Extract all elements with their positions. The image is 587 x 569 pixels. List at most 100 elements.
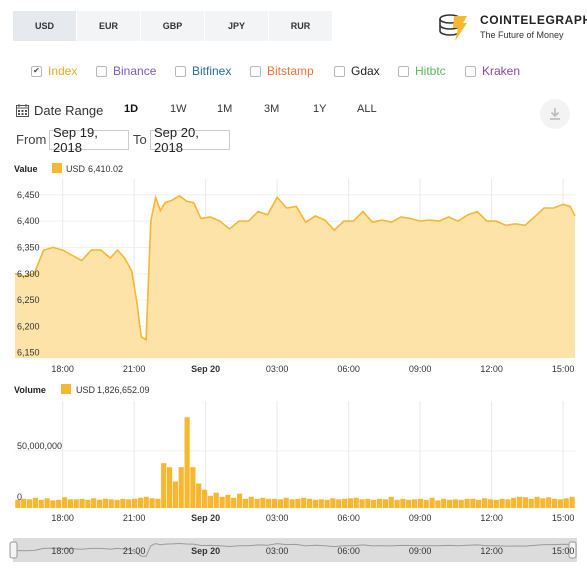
volume-bar (114, 499, 120, 508)
brand-logo[interactable]: COINTELEGRAPH The Future of Money (436, 10, 587, 44)
range-button-1w[interactable]: 1W (170, 103, 187, 115)
exchange-bitfinex[interactable]: Bitfinex (175, 64, 231, 78)
value-x-tick-label: 15:00 (552, 364, 575, 374)
exchange-label: Binance (113, 64, 157, 78)
volume-bar (202, 489, 208, 508)
exchange-checkbox[interactable] (175, 65, 186, 77)
currency-tab-gbp[interactable]: GBP (141, 11, 204, 41)
value-y-tick-label: 6,250 (17, 295, 40, 305)
volume-bar (167, 467, 173, 508)
volume-legend-name: USD (76, 385, 96, 395)
volume-y-tick-label: 0 (17, 492, 22, 502)
volume-bar (21, 498, 27, 508)
value-legend-value: 6,410.02 (88, 164, 124, 174)
range-button-1d[interactable]: 1D (124, 103, 138, 115)
calendar-icon (16, 104, 29, 117)
volume-bar (248, 496, 254, 508)
currency-tab-usd[interactable]: USD (13, 11, 76, 41)
range-button-1m[interactable]: 1M (217, 103, 232, 115)
volume-bar (540, 498, 546, 508)
volume-bar (295, 498, 301, 508)
value-y-tick-label: 6,150 (17, 348, 40, 358)
volume-bar (458, 499, 464, 508)
exchange-gdax[interactable]: Gdax (334, 64, 380, 78)
volume-bar (108, 499, 114, 508)
volume-bar (517, 496, 523, 508)
volume-bar (85, 499, 91, 508)
volume-bar (546, 497, 552, 508)
volume-bar (97, 499, 103, 508)
currency-tab-jpy[interactable]: JPY (205, 11, 268, 41)
value-legend-name: USD (66, 164, 86, 174)
value-x-tick-label: 21:00 (123, 364, 146, 374)
volume-bar (476, 499, 482, 508)
charts-svg: 6,150 6,200 6,250 6,300 6,350 6,400 6,450 18:00… (9, 179, 577, 562)
exchange-checkbox[interactable] (334, 65, 345, 77)
volume-bar (400, 498, 406, 508)
volume-bar (73, 499, 79, 508)
exchange-hitbtc[interactable]: Hitbtc (398, 64, 446, 78)
navigator-x-tick-label: 21:00 (123, 546, 146, 556)
exchange-checkbox[interactable] (96, 65, 107, 77)
exchange-label: Bitfinex (192, 64, 232, 78)
volume-bar (359, 499, 365, 508)
exchange-checkbox[interactable] (398, 65, 409, 77)
range-button-3m[interactable]: 3M (264, 103, 279, 115)
exchange-label: Index (48, 64, 78, 78)
exchange-checkbox[interactable] (250, 65, 261, 77)
volume-x-tick-label: 21:00 (123, 513, 146, 523)
volume-bar (254, 498, 260, 508)
volume-bar (487, 499, 493, 508)
volume-bar (137, 497, 143, 508)
value-chart-title: Value (14, 164, 38, 174)
volume-bar (272, 498, 278, 508)
volume-bar (27, 499, 33, 508)
value-y-tick-label: 6,200 (17, 321, 40, 331)
from-date-input[interactable]: Sep 19, 2018 (49, 125, 129, 155)
volume-bar (289, 499, 295, 508)
volume-bar (231, 497, 237, 508)
volume-bar (172, 481, 178, 508)
volume-bar (394, 499, 400, 508)
exchange-index[interactable]: ✔ Index (31, 64, 77, 78)
currency-tab-eur[interactable]: EUR (77, 11, 140, 41)
value-area-fill (15, 195, 575, 358)
volume-bar (15, 499, 21, 508)
exchange-checkbox[interactable] (465, 65, 476, 77)
exchange-label: Gdax (351, 64, 380, 78)
volume-bar (178, 467, 184, 508)
value-x-tick-label: 12:00 (480, 364, 503, 374)
brand-tagline: The Future of Money (480, 30, 564, 40)
to-date-input[interactable]: Sep 20, 2018 (150, 125, 230, 155)
exchange-checkbox[interactable]: ✔ (31, 65, 42, 77)
download-button[interactable] (540, 99, 570, 129)
value-y-tick-label: 6,400 (17, 216, 40, 226)
exchange-kraken[interactable]: Kraken (465, 64, 520, 78)
value-legend-swatch (52, 163, 62, 173)
volume-bar (464, 498, 470, 508)
value-x-tick-label: 18:00 (51, 364, 74, 374)
volume-bar (330, 498, 336, 508)
range-button-all[interactable]: ALL (357, 103, 377, 115)
navigator-left-handle[interactable] (9, 541, 18, 559)
volume-bar (534, 496, 540, 508)
volume-bar (347, 498, 353, 508)
range-button-1y[interactable]: 1Y (313, 103, 326, 115)
volume-bar (190, 467, 196, 508)
volume-bar (161, 463, 167, 508)
volume-bar (412, 499, 418, 508)
volume-bar (388, 496, 394, 508)
navigator-x-tick-label: 09:00 (409, 546, 432, 556)
exchange-binance[interactable]: Binance (96, 64, 156, 78)
navigator-x-tick-label: 18:00 (51, 546, 74, 556)
volume-bar (242, 498, 248, 508)
exchange-bitstamp[interactable]: Bitstamp (250, 64, 314, 78)
navigator-right-handle[interactable] (568, 541, 577, 559)
volume-bar (143, 496, 149, 508)
currency-tab-rur[interactable]: RUR (269, 11, 332, 41)
volume-bar (353, 497, 359, 508)
volume-bar (126, 499, 132, 508)
volume-legend-value: 1,826,652.09 (97, 385, 150, 395)
volume-x-tick-label: 06:00 (337, 513, 360, 523)
volume-x-tick-label: Sep 20 (191, 513, 220, 523)
